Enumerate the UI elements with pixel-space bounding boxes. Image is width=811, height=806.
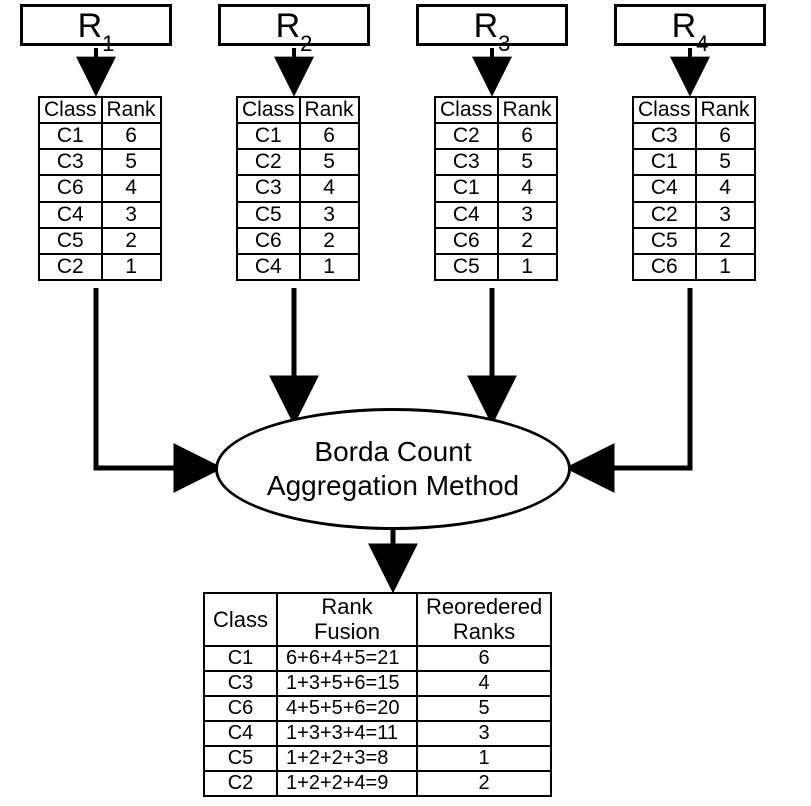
table-row: C41+3+3+4=113 bbox=[204, 721, 551, 746]
table-row: C44 bbox=[633, 175, 755, 201]
aggregation-method-node: Borda Count Aggregation Method bbox=[215, 408, 571, 530]
col-rank-fusion: Rank Fusion bbox=[277, 593, 417, 646]
ranker-box-r1: R1 bbox=[20, 4, 172, 46]
table-row: C51+2+2+3=81 bbox=[204, 746, 551, 771]
table-row: C15 bbox=[633, 149, 755, 175]
table-row: C43 bbox=[435, 202, 557, 228]
ranker-label: R2 bbox=[276, 7, 313, 45]
table-row: C64 bbox=[39, 175, 161, 201]
table-row: C23 bbox=[633, 202, 755, 228]
method-label-line2: Aggregation Method bbox=[267, 469, 519, 503]
table-row: C21+2+2+4=92 bbox=[204, 771, 551, 796]
col-class: Class bbox=[39, 97, 102, 123]
col-rank: Rank bbox=[102, 97, 161, 123]
col-class: Class bbox=[633, 97, 696, 123]
table-row: C64+5+5+6=205 bbox=[204, 696, 551, 721]
table-row: C62 bbox=[237, 228, 359, 254]
table-row: C43 bbox=[39, 202, 161, 228]
table-row: C35 bbox=[435, 149, 557, 175]
method-label-line1: Borda Count bbox=[267, 435, 519, 469]
table-row: C35 bbox=[39, 149, 161, 175]
rank-table-r2: ClassRank C16 C25 C34 C53 C62 C41 bbox=[236, 96, 360, 281]
ranker-box-r4: R4 bbox=[614, 4, 766, 46]
ranker-label: R4 bbox=[672, 7, 709, 45]
result-table: Class Rank Fusion Reoredered Ranks C16+6… bbox=[203, 592, 552, 797]
table-row: C52 bbox=[39, 228, 161, 254]
ranker-box-r3: R3 bbox=[416, 4, 568, 46]
table-row: C16 bbox=[237, 123, 359, 149]
col-rank: Rank bbox=[498, 97, 557, 123]
table-row: C52 bbox=[633, 228, 755, 254]
col-rank: Rank bbox=[300, 97, 359, 123]
table-row: C14 bbox=[435, 175, 557, 201]
table-row: C21 bbox=[39, 254, 161, 280]
table-row: C16 bbox=[39, 123, 161, 149]
table-row: C31+3+5+6=154 bbox=[204, 671, 551, 696]
col-reordered-ranks: Reoredered Ranks bbox=[417, 593, 551, 646]
ranker-box-r2: R2 bbox=[218, 4, 370, 46]
col-class: Class bbox=[204, 593, 277, 646]
table-row: C62 bbox=[435, 228, 557, 254]
col-class: Class bbox=[237, 97, 300, 123]
rank-table-r3: ClassRank C26 C35 C14 C43 C62 C51 bbox=[434, 96, 558, 281]
col-class: Class bbox=[435, 97, 498, 123]
table-row: C36 bbox=[633, 123, 755, 149]
table-row: C26 bbox=[435, 123, 557, 149]
ranker-label: R3 bbox=[474, 7, 511, 45]
rank-table-r1: ClassRank C16 C35 C64 C43 C52 C21 bbox=[38, 96, 162, 281]
table-row: C41 bbox=[237, 254, 359, 280]
table-row: C16+6+4+5=216 bbox=[204, 646, 551, 671]
ranker-label: R1 bbox=[78, 7, 115, 45]
table-row: C34 bbox=[237, 175, 359, 201]
table-row: C51 bbox=[435, 254, 557, 280]
col-rank: Rank bbox=[696, 97, 755, 123]
table-row: C53 bbox=[237, 202, 359, 228]
table-row: C61 bbox=[633, 254, 755, 280]
table-row: C25 bbox=[237, 149, 359, 175]
rank-table-r4: ClassRank C36 C15 C44 C23 C52 C61 bbox=[632, 96, 756, 281]
